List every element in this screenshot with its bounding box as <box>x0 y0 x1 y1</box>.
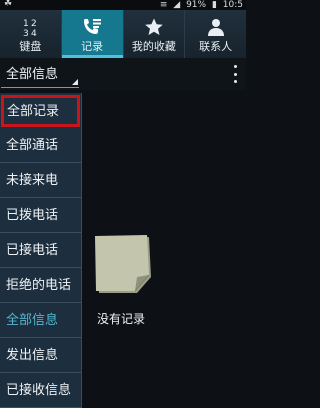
signal-icon: ◢ <box>173 0 181 10</box>
battery-icon: ▮ <box>211 0 217 10</box>
contact-icon <box>206 14 226 40</box>
note-icon <box>93 233 155 297</box>
dialpad-digit-3: 3 <box>23 29 29 38</box>
menu-item-all-messages[interactable]: 全部信息 <box>0 303 82 338</box>
tab-bar: 1 2 3 4 键盘 记录 我的收藏 联系人 <box>0 10 246 58</box>
menu-item-dialed-calls[interactable]: 已拨电话 <box>0 198 82 233</box>
dialpad-digit-1: 1 <box>23 19 29 29</box>
status-indicators: ≡ ◢ 91% ▮ 10:5 <box>157 0 243 10</box>
more-vert-icon[interactable] <box>232 65 238 83</box>
filter-dropdown-value: 全部信息 <box>6 67 59 82</box>
phone-screen: ☘ ≡ ◢ 91% ▮ 10:5 1 2 3 4 键盘 记录 我的收藏 联系人 … <box>0 0 246 408</box>
dialpad-digit-4: 4 <box>31 29 37 38</box>
menu-item-missed-calls[interactable]: 未接来电 <box>0 163 82 198</box>
call-log-icon <box>81 14 103 40</box>
tab-keypad[interactable]: 1 2 3 4 键盘 <box>0 10 62 58</box>
tab-label-keypad: 键盘 <box>19 40 42 53</box>
tab-label-favorites: 我的收藏 <box>131 40 176 53</box>
dialpad-icon: 1 2 3 4 <box>20 14 40 40</box>
clock-time: 10:5 <box>222 0 243 10</box>
empty-state-text: 没有记录 <box>97 312 146 326</box>
menu-item-rejected-calls[interactable]: 拒绝的电话 <box>0 268 82 303</box>
menu-item-all-records[interactable]: 全部记录 <box>1 95 80 127</box>
menu-item-received-calls[interactable]: 已接电话 <box>0 233 82 268</box>
star-icon <box>144 14 164 40</box>
usb-icon: ☘ <box>4 0 13 9</box>
dialpad-digit-2: 2 <box>31 19 37 29</box>
menu-item-received-messages[interactable]: 已接收信息 <box>0 373 82 408</box>
battery-text: 91% <box>186 0 207 10</box>
tab-call-log[interactable]: 记录 <box>61 10 124 58</box>
filter-dropdown[interactable]: 全部信息 <box>1 61 79 88</box>
tab-label-contacts: 联系人 <box>199 40 233 53</box>
filter-bar: 全部信息 <box>0 58 246 90</box>
wifi-icon: ≡ <box>159 0 168 10</box>
status-bar: ☘ ≡ ◢ 91% ▮ 10:5 <box>0 0 246 10</box>
tab-favorites[interactable]: 我的收藏 <box>124 10 186 58</box>
dropdown-caret-icon <box>72 79 78 85</box>
filter-menu: 全部记录 全部通话 未接来电 已拨电话 已接电话 拒绝的电话 全部信息 发出信息… <box>0 93 82 408</box>
menu-item-sent-messages[interactable]: 发出信息 <box>0 338 82 373</box>
tab-label-call-log: 记录 <box>81 40 104 53</box>
menu-item-all-calls[interactable]: 全部通话 <box>0 128 82 163</box>
tab-contacts[interactable]: 联系人 <box>185 10 246 58</box>
